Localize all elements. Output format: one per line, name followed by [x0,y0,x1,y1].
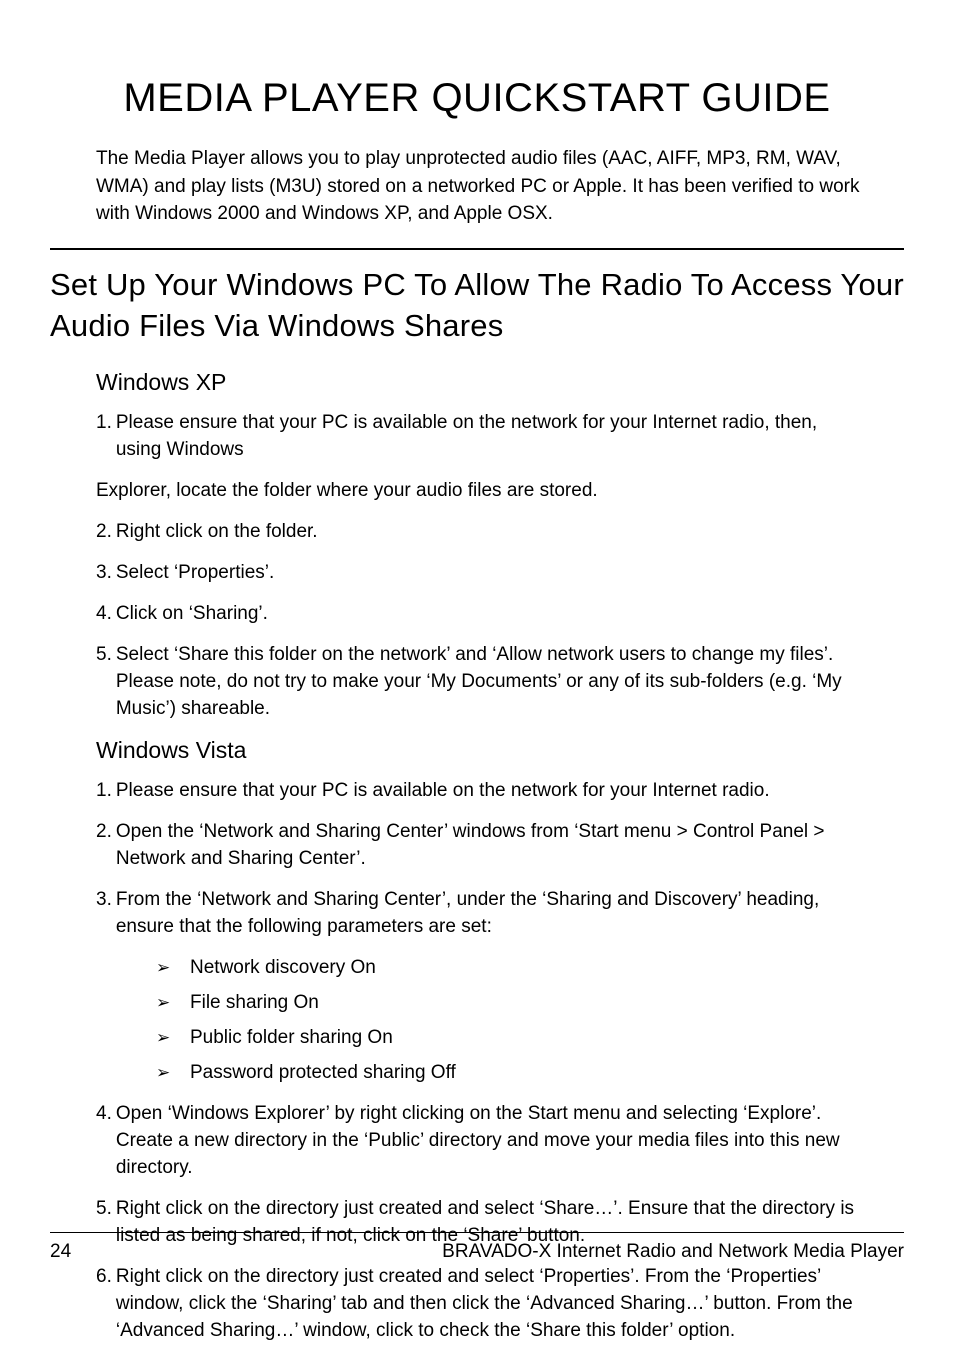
divider [50,248,904,250]
list-item: 3.From the ‘Network and Sharing Center’,… [96,887,860,941]
xp-step-list-cont: 2.Right click on the folder. 3.Select ‘P… [96,519,860,723]
list-item: 2.Right click on the folder. [96,519,860,546]
vista-step-list: 1.Please ensure that your PC is availabl… [96,778,860,941]
list-item: 2.Open the ‘Network and Sharing Center’ … [96,819,860,873]
list-item: 3.Select ‘Properties’. [96,560,860,587]
list-item: 1.Please ensure that your PC is availabl… [96,778,860,805]
list-item: ➢Public folder sharing On [156,1025,904,1052]
arrow-icon: ➢ [156,1026,190,1050]
xp-step-list: 1.Please ensure that your PC is availabl… [96,410,860,464]
xp-heading: Windows XP [96,369,904,396]
vista-step-list-cont: 4.Open ‘Windows Explorer’ by right click… [96,1101,860,1345]
intro-paragraph: The Media Player allows you to play unpr… [96,145,860,228]
page-footer: 24 BRAVADO-X Internet Radio and Network … [50,1232,904,1263]
list-item: 6.Right click on the directory just crea… [96,1264,860,1345]
list-item: 4.Open ‘Windows Explorer’ by right click… [96,1101,860,1182]
arrow-icon: ➢ [156,956,190,980]
vista-heading: Windows Vista [96,737,904,764]
list-item: ➢Password protected sharing Off [156,1060,904,1087]
arrow-icon: ➢ [156,991,190,1015]
arrow-icon: ➢ [156,1061,190,1085]
page-number: 24 [50,1241,71,1263]
list-item: 1.Please ensure that your PC is availabl… [96,410,860,464]
product-name: BRAVADO-X Internet Radio and Network Med… [442,1241,904,1263]
list-item: ➢Network discovery On [156,955,904,982]
page-title: MEDIA PLAYER QUICKSTART GUIDE [50,76,904,121]
list-item: ➢File sharing On [156,990,904,1017]
list-item: 5.Select ‘Share this folder on the netwo… [96,642,860,723]
xp-explorer-line: Explorer, locate the folder where your a… [96,478,860,505]
section-heading: Set Up Your Windows PC To Allow The Radi… [50,264,904,348]
list-item: 4.Click on ‘Sharing’. [96,601,860,628]
vista-bullet-list: ➢Network discovery On ➢File sharing On ➢… [156,955,904,1087]
